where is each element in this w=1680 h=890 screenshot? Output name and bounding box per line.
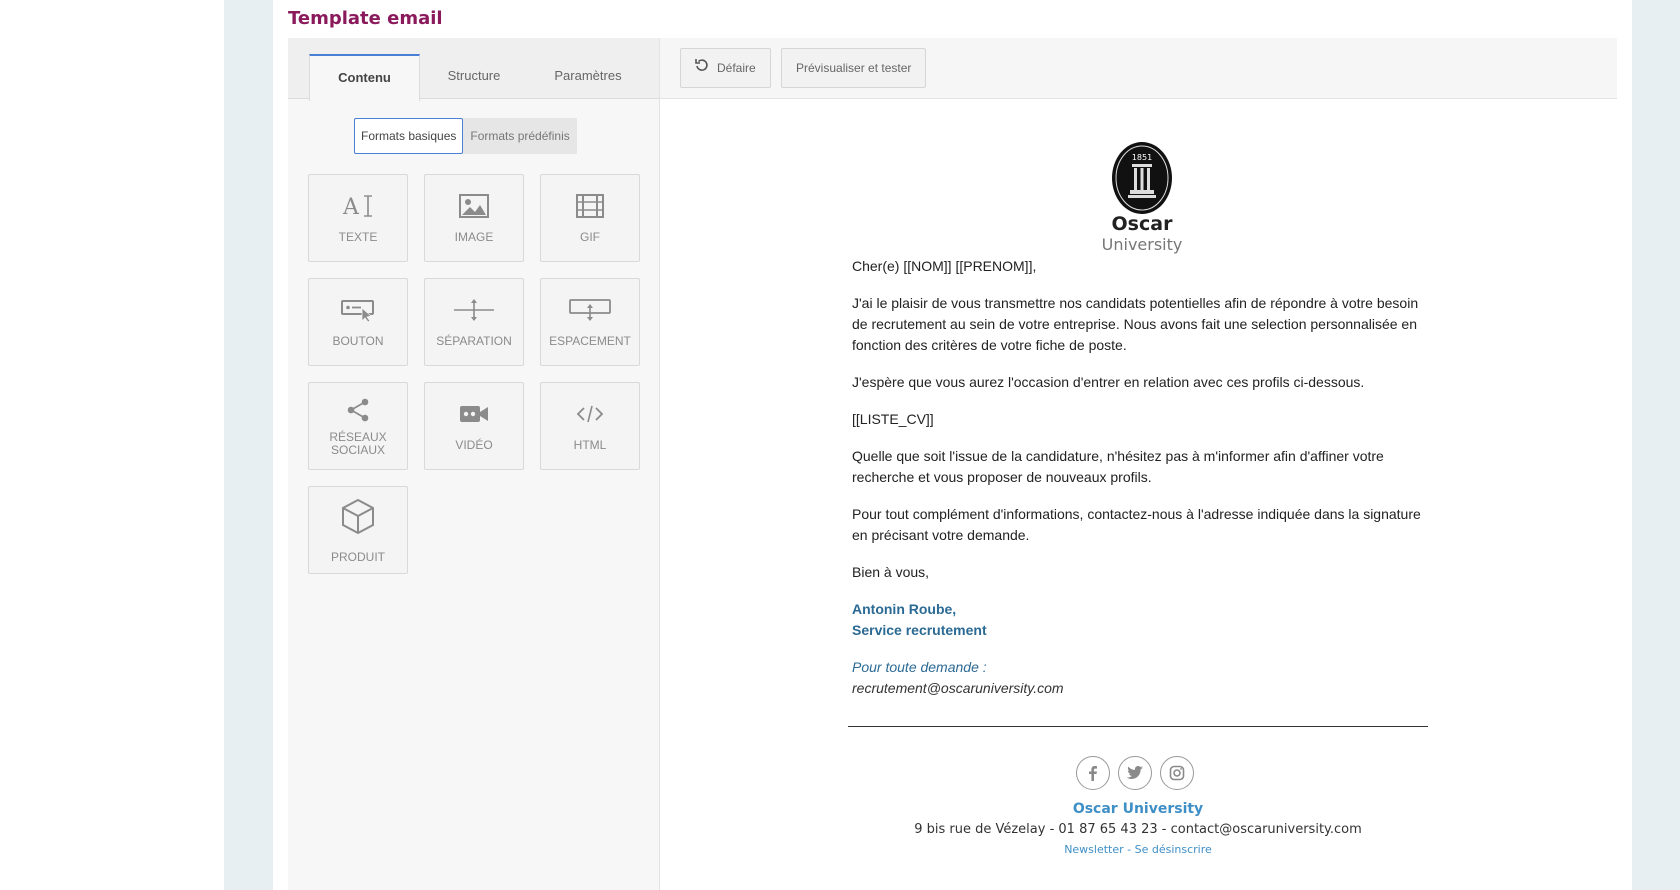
block-label: GIF — [580, 230, 600, 244]
block-label: SÉPARATION — [436, 334, 512, 348]
instagram-icon[interactable] — [1160, 756, 1194, 790]
undo-label: Défaire — [717, 61, 756, 75]
block-separation[interactable]: SÉPARATION — [424, 278, 524, 366]
block-video[interactable]: VIDÉO — [424, 382, 524, 470]
preview-toolbar: Défaire Prévisualiser et tester — [660, 38, 1617, 99]
block-label: PRODUIT — [331, 550, 385, 564]
block-label: HTML — [573, 438, 607, 452]
email-greeting: Cher(e) [[NOM]] [[PRENOM]], — [852, 258, 1037, 274]
oscar-university-logo: Oscar University 1851 — [1092, 140, 1196, 256]
share-icon — [309, 395, 407, 425]
block-produit[interactable]: PRODUIT — [308, 486, 408, 574]
undo-icon — [695, 49, 709, 87]
facebook-icon[interactable] — [1076, 756, 1110, 790]
spacing-icon — [541, 295, 639, 325]
block-espacement[interactable]: ESPACEMENT — [540, 278, 640, 366]
block-image[interactable]: IMAGE — [424, 174, 524, 262]
text-cursor-icon: A — [309, 191, 407, 221]
social-icons — [1076, 756, 1194, 790]
footer-organization-name: Oscar University — [1072, 801, 1204, 817]
code-icon — [541, 399, 639, 429]
formats-predefinis-button[interactable]: Formats prédéfinis — [463, 118, 577, 154]
block-label-line2: SOCIAUX — [330, 443, 385, 457]
block-bouton[interactable]: BOUTON — [308, 278, 408, 366]
logo-sub: University — [1102, 235, 1183, 254]
block-label: BOUTON — [332, 334, 384, 348]
signature-email: recrutement@oscaruniversity.com — [852, 680, 1064, 696]
svg-text:A: A — [342, 195, 360, 220]
email-body: Cher(e) [[NOM]] [[PRENOM]], J'ai le plai… — [852, 256, 1432, 715]
email-contact: Pour toute demande : recrutement@oscarun… — [852, 657, 1432, 699]
cube-icon — [309, 498, 407, 534]
left-gutter — [224, 0, 273, 890]
format-toggle: Formats basiques Formats prédéfinis — [354, 118, 577, 154]
email-paragraph-5: Pour tout complément d'informations, con… — [852, 506, 1421, 543]
button-click-icon — [309, 295, 407, 325]
editor-tabs: Contenu Structure Paramètres — [288, 38, 659, 101]
tab-parametres[interactable]: Paramètres — [528, 54, 648, 98]
block-html[interactable]: HTML — [540, 382, 640, 470]
email-paragraph-4: Quelle que soit l'issue de la candidatur… — [852, 448, 1384, 485]
block-label: VIDÉO — [455, 438, 493, 452]
right-gutter — [1632, 0, 1680, 890]
email-signature: Antonin Roube, Service recrutement — [852, 599, 1432, 641]
unsubscribe-link[interactable]: Se désinscrire — [1135, 843, 1212, 856]
email-paragraph-2: J'espère que vous aurez l'occasion d'ent… — [852, 374, 1365, 390]
footer-links: Newsletter - Se désinscrire — [848, 843, 1428, 856]
divider-icon — [425, 295, 523, 325]
undo-button[interactable]: Défaire — [680, 48, 771, 88]
page-title: Template email — [288, 8, 443, 29]
tab-contenu[interactable]: Contenu — [309, 54, 420, 101]
newsletter-link[interactable]: Newsletter — [1064, 843, 1123, 856]
logo-year: 1851 — [1132, 153, 1152, 162]
email-paragraph-1: J'ai le plaisir de vous transmettre nos … — [852, 295, 1419, 353]
block-label: ESPACEMENT — [549, 334, 631, 348]
signature-name: Antonin Roube, — [852, 601, 957, 617]
formats-basiques-button[interactable]: Formats basiques — [354, 118, 464, 154]
video-camera-icon — [425, 399, 523, 429]
email-closing: Bien à vous, — [852, 564, 930, 580]
block-gif[interactable]: GIF — [540, 174, 640, 262]
block-texte[interactable]: A TEXTE — [308, 174, 408, 262]
page-background-left — [0, 0, 224, 890]
tab-structure[interactable]: Structure — [424, 54, 524, 98]
editor-sidebar: Contenu Structure Paramètres Formats bas… — [288, 38, 660, 890]
image-icon — [425, 191, 523, 221]
signature-service: Service recrutement — [852, 622, 987, 638]
footer-address: 9 bis rue de Vézelay - 01 87 65 43 23 - … — [914, 822, 1362, 837]
logo-name: Oscar — [1112, 213, 1174, 235]
film-icon — [541, 191, 639, 221]
footer-divider — [848, 726, 1428, 727]
block-label: IMAGE — [454, 230, 494, 244]
email-paragraph-3: [[LISTE_CV]] — [852, 411, 934, 427]
twitter-icon[interactable] — [1118, 756, 1152, 790]
footer-link-separator: - — [1123, 843, 1135, 856]
signature-request-label: Pour toute demande : — [852, 659, 987, 675]
block-reseaux-sociaux[interactable]: RÉSEAUX SOCIAUX — [308, 382, 408, 470]
block-label: RÉSEAUX SOCIAUX — [309, 431, 407, 457]
block-label: TEXTE — [338, 230, 378, 244]
preview-test-button[interactable]: Prévisualiser et tester — [781, 48, 927, 88]
